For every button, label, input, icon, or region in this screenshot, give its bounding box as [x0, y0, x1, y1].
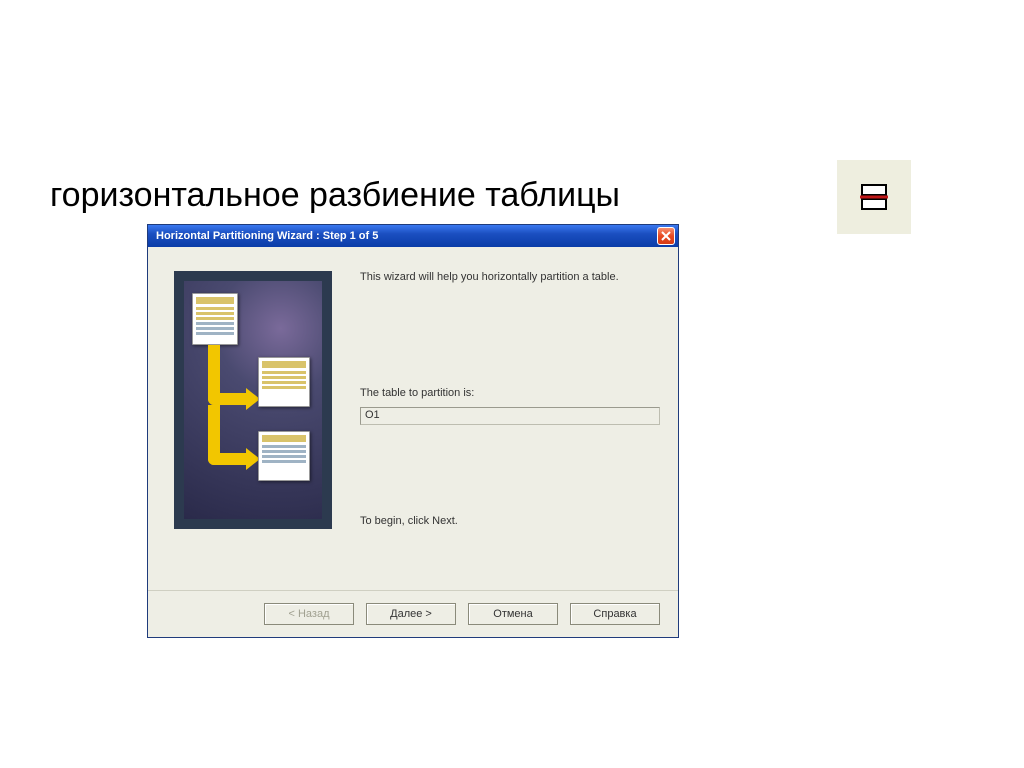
page-heading: горизонтальное разбиение таблицы [50, 176, 620, 215]
wizard-body: This wizard will help you horizontally p… [148, 247, 678, 637]
close-button[interactable] [657, 227, 675, 245]
wizard-illustration [174, 271, 332, 529]
horizontal-partition-icon [837, 160, 911, 234]
cancel-button[interactable]: Отмена [468, 603, 558, 625]
back-button: < Назад [264, 603, 354, 625]
begin-hint-text: To begin, click Next. [360, 515, 458, 527]
help-button[interactable]: Справка [570, 603, 660, 625]
wizard-intro-text: This wizard will help you horizontally p… [360, 271, 660, 283]
close-icon [661, 231, 671, 241]
next-button[interactable]: Далее > [366, 603, 456, 625]
wizard-title: Horizontal Partitioning Wizard : Step 1 … [156, 230, 378, 242]
wizard-button-row: < Назад Далее > Отмена Справка [148, 590, 678, 637]
wizard-window: Horizontal Partitioning Wizard : Step 1 … [147, 224, 679, 638]
wizard-titlebar: Horizontal Partitioning Wizard : Step 1 … [148, 225, 678, 247]
table-to-partition-field: O1 [360, 407, 660, 425]
table-to-partition-label: The table to partition is: [360, 387, 474, 399]
